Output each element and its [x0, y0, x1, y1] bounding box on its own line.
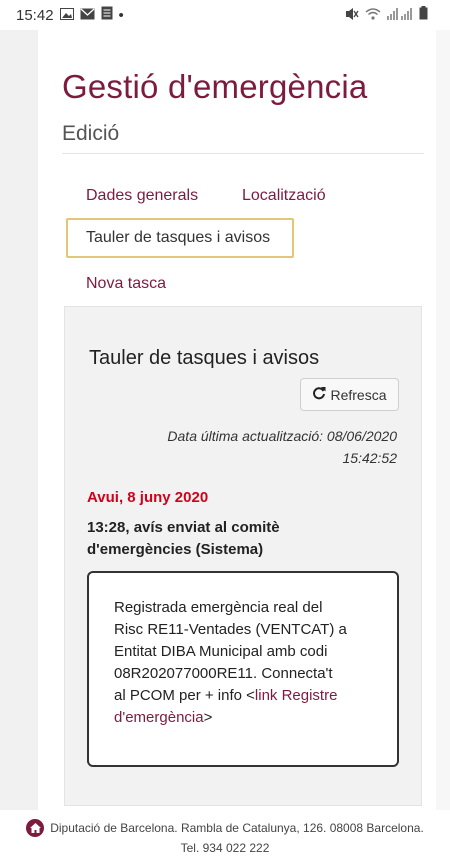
tab-nova-tasca[interactable]: Nova tasca — [86, 275, 166, 293]
home-icon[interactable] — [26, 819, 45, 837]
footer-address-row: Diputació de Barcelona. Rambla de Catalu… — [0, 818, 450, 838]
main-page: Gestió d'emergència Edició Dades general… — [38, 30, 436, 810]
status-right — [345, 6, 428, 24]
message-line-with-link: al PCOM per + info <link Registre — [114, 685, 375, 707]
last-update: Data última actualització: 08/06/2020 15… — [107, 425, 397, 469]
event-title-line2: d'emergències (Sistema) — [87, 541, 264, 558]
document-icon — [101, 6, 113, 24]
event-title: 13:28, avís enviat al comitè d'emergènci… — [87, 517, 387, 561]
divider — [62, 153, 424, 154]
tab-tauler-tasques[interactable]: Tauler de tasques i avisos — [66, 218, 294, 258]
message-box: Registrada emergència real del Risc RE11… — [87, 571, 399, 767]
message-line: Entitat DIBA Municipal amb codi — [114, 643, 328, 660]
message-line: Registrada emergència real del — [114, 599, 323, 616]
mute-icon — [345, 7, 359, 24]
footer: Diputació de Barcelona. Rambla de Catalu… — [0, 818, 450, 858]
tab-localitzacio[interactable]: Localització — [242, 187, 326, 205]
battery-icon — [419, 6, 428, 24]
last-update-date: Data última actualització: 08/06/2020 — [167, 428, 397, 444]
gallery-icon — [59, 7, 74, 24]
message-text: al PCOM per + info < — [114, 687, 255, 704]
signal-icon — [387, 7, 413, 24]
wifi-icon — [365, 7, 381, 24]
page-title: Gestió d'emergència — [62, 68, 368, 105]
event-title-line1: 13:28, avís enviat al comitè — [87, 519, 280, 536]
status-left: 15:42 • — [16, 6, 124, 24]
refresh-label: Refresca — [330, 386, 387, 403]
tab-dades-generals[interactable]: Dades generals — [86, 187, 198, 205]
page-subtitle: Edició — [62, 122, 120, 145]
registre-link[interactable]: link Registre — [255, 687, 338, 704]
status-bar: 15:42 • — [0, 0, 450, 30]
task-board-panel: Tauler de tasques i avisos Refresca Data… — [64, 306, 422, 806]
app-screen: 15:42 • Gestió d'emergència Edició Dades… — [0, 0, 450, 863]
date-heading: Avui, 8 juny 2020 — [87, 489, 209, 506]
message-line: Risc RE11-Ventades (VENTCAT) a — [114, 621, 347, 638]
message-line-with-link: d'emergència> — [114, 707, 375, 729]
refresh-button[interactable]: Refresca — [300, 378, 399, 411]
footer-phone: Tel. 934 022 222 — [180, 841, 270, 855]
registre-link-cont[interactable]: d'emergència — [114, 709, 204, 726]
message-tail: > — [203, 709, 213, 726]
right-margin — [436, 30, 450, 810]
refresh-icon — [312, 386, 326, 403]
mail-icon — [80, 7, 95, 24]
left-margin — [0, 30, 38, 810]
panel-title: Tauler de tasques i avisos — [89, 347, 320, 369]
status-dot: • — [118, 6, 124, 24]
status-time: 15:42 — [16, 6, 54, 24]
last-update-time: 15:42:52 — [342, 450, 398, 466]
message-line: 08R202077000RE11. Connecta't — [114, 665, 333, 682]
footer-address: Diputació de Barcelona. Rambla de Catalu… — [50, 821, 424, 835]
